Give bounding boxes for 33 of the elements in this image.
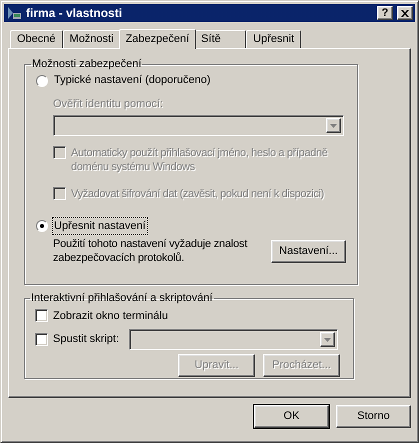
description-text: Použití tohoto nastavení vyžaduje znalost zabezpečovacích protokolů. [53, 237, 248, 265]
group-title: Interaktivní přihlašování a skriptování [30, 291, 214, 306]
checkbox-label: Zobrazit okno terminálu [53, 308, 168, 324]
radio-button[interactable] [36, 220, 48, 232]
tab[interactable]: Možnosti [62, 30, 121, 48]
checkbox[interactable] [35, 333, 48, 346]
cancel-button[interactable]: Storno [336, 405, 411, 428]
caret-icon [330, 124, 337, 128]
help-button[interactable]: ? [377, 6, 393, 20]
settings-button[interactable]: Nastavení... [271, 240, 346, 262]
tab[interactable]: Obecné [10, 30, 63, 48]
close-icon [401, 10, 409, 16]
tab[interactable]: Sítě [194, 30, 246, 48]
tab[interactable]: Upřesnit [246, 30, 302, 48]
checkbox[interactable] [53, 146, 66, 159]
checkbox-label: Automaticky použít přihlašovací jméno, heslo a případně doménu systému Windows [71, 146, 329, 174]
radio-button[interactable] [36, 74, 48, 86]
network-icon [6, 5, 22, 21]
window-title: firma - vlastnosti [26, 5, 124, 22]
dropdown-field[interactable] [53, 115, 344, 136]
radio-label: Typické nastavení (doporučeno) [53, 73, 212, 88]
group-title: Možnosti zabezpečení [31, 57, 142, 72]
dropdown-field[interactable] [129, 329, 338, 350]
checkbox[interactable] [53, 187, 66, 200]
checkbox-label: Vyžadovat šifrování dat (zavěsit, pokud není k dispozici) [71, 187, 325, 201]
field-label: Ověřit identitu pomocí: [53, 96, 164, 112]
checkbox[interactable] [35, 309, 48, 322]
tab[interactable]: Zabezpečení [118, 29, 196, 49]
ok-button[interactable]: OK [254, 405, 329, 428]
radio-label: Upřesnit nastavení [53, 218, 147, 234]
close-button[interactable] [397, 6, 413, 20]
checkbox-label: Spustit skript: [53, 332, 120, 348]
caret-icon [324, 338, 331, 342]
